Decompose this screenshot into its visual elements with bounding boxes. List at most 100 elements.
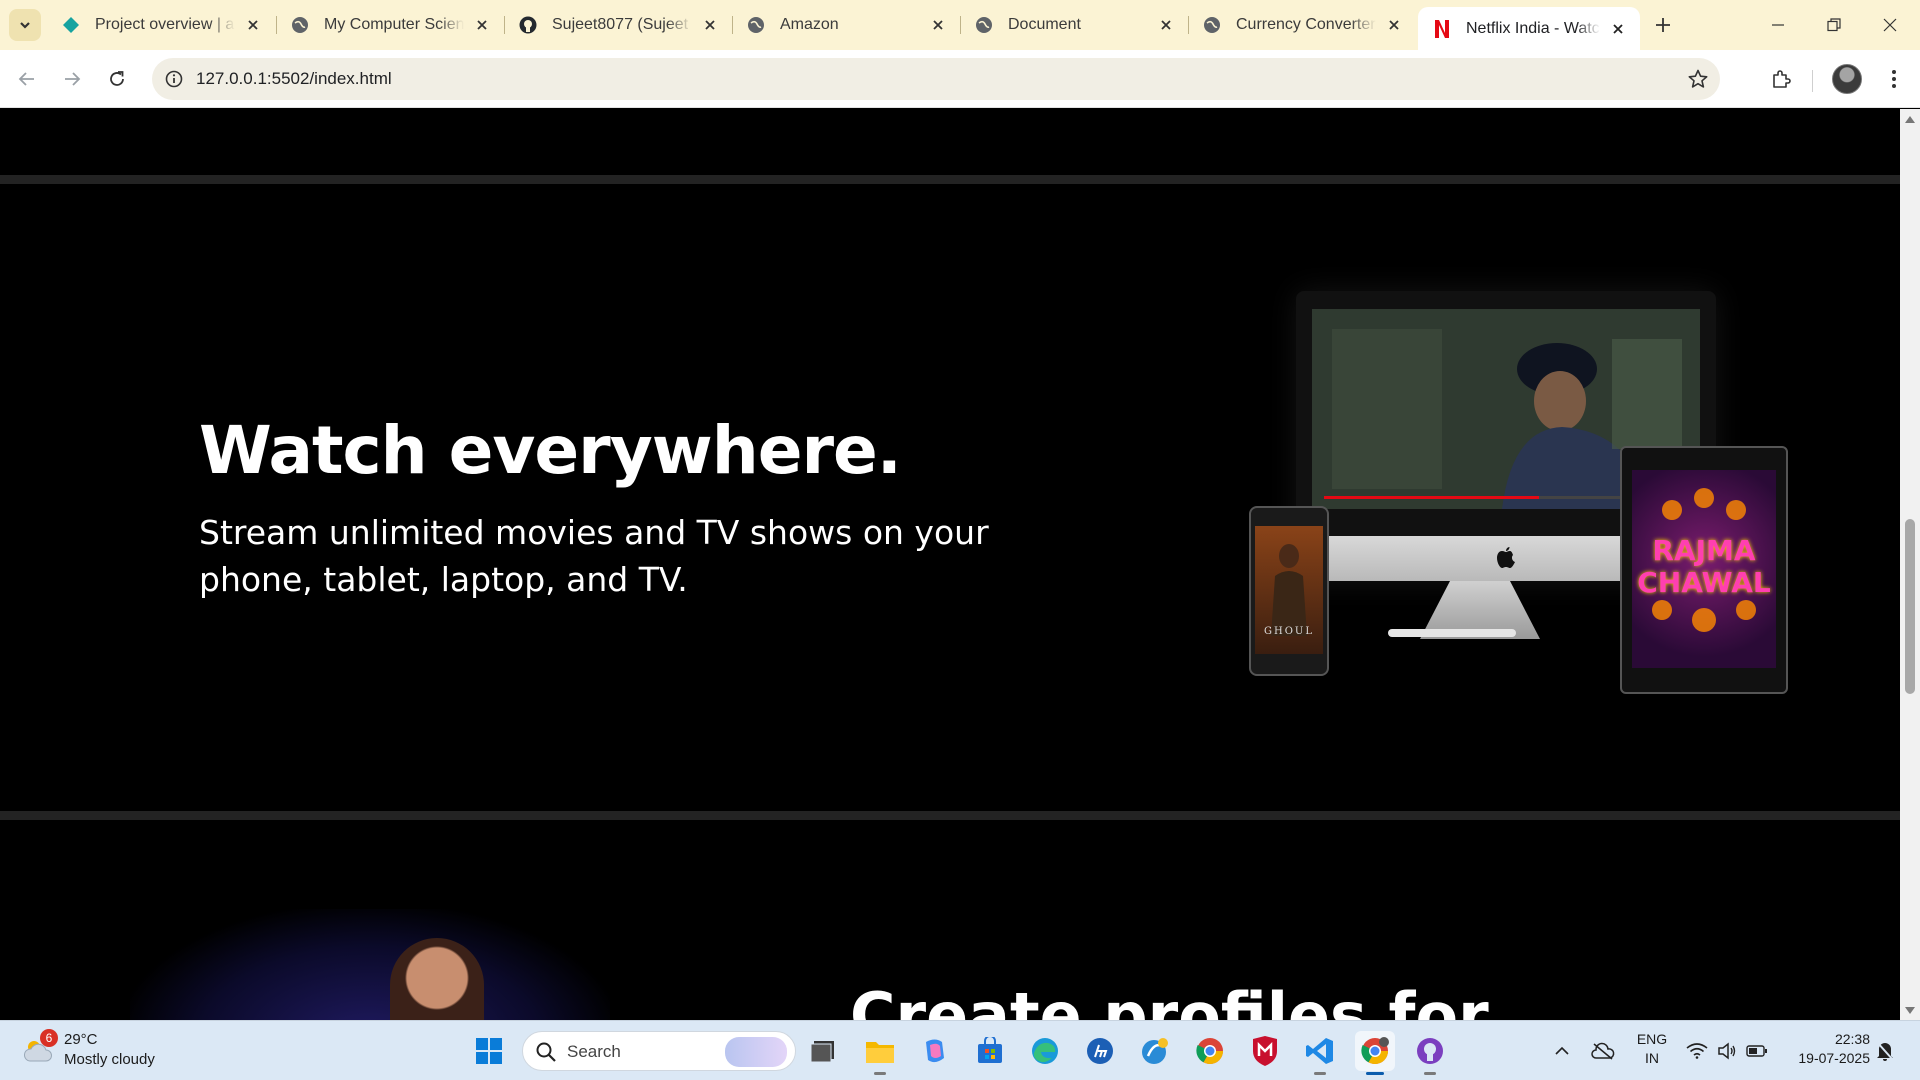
close-icon[interactable] (1608, 19, 1628, 39)
scroll-down-arrow-icon[interactable] (1904, 1005, 1916, 1017)
restore-button[interactable] (1806, 9, 1862, 41)
tablet-poster-title: RAJMA CHAWAL (1637, 534, 1771, 599)
section-divider (0, 175, 1900, 184)
close-icon[interactable] (1384, 15, 1404, 35)
running-indicator (1314, 1072, 1326, 1075)
avatar[interactable] (1832, 64, 1862, 94)
ms-store-button[interactable] (970, 1031, 1010, 1071)
support-assistant-button[interactable] (1135, 1031, 1175, 1071)
search-highlight-image (725, 1037, 787, 1067)
close-icon[interactable] (928, 15, 948, 35)
onedrive-button[interactable] (1588, 1035, 1618, 1067)
copilot-button[interactable] (915, 1031, 955, 1071)
speaker-icon (1718, 1042, 1736, 1060)
vscode-icon (1306, 1038, 1333, 1064)
battery-icon (1746, 1045, 1767, 1057)
url-text[interactable]: 127.0.0.1:5502/index.html (196, 69, 392, 89)
hp-icon (1087, 1038, 1113, 1064)
reload-icon (110, 71, 124, 86)
edge-button[interactable] (1025, 1031, 1065, 1071)
tab-document[interactable]: Document (960, 7, 1188, 43)
arrow-right-icon (65, 72, 81, 86)
extensions-button[interactable] (1765, 63, 1797, 95)
windows-taskbar: 6 29°C Mostly cloudy Search ENG IN 22:38… (0, 1020, 1920, 1080)
menu-button[interactable] (1878, 63, 1910, 95)
tab-github[interactable]: Sujeet8077 (Sujeet Si (504, 7, 732, 43)
apple-logo-icon (1497, 547, 1515, 568)
forward-button[interactable] (56, 63, 88, 95)
new-tab-button[interactable] (1650, 12, 1676, 38)
info-icon[interactable] (162, 67, 186, 91)
start-button[interactable] (469, 1031, 509, 1071)
volume-button[interactable] (1714, 1035, 1740, 1067)
phone-poster-title: GHOUL (1264, 626, 1314, 637)
chrome-active-button[interactable] (1355, 1031, 1395, 1075)
weather-desc: Mostly cloudy (64, 1051, 155, 1068)
reload-button[interactable] (101, 63, 133, 95)
github-desktop-button[interactable] (1410, 1031, 1450, 1075)
page-viewport: Watch everywhere. Stream unlimited movie… (0, 109, 1900, 1021)
bell-icon (1876, 1041, 1894, 1061)
back-button[interactable] (11, 63, 43, 95)
battery-button[interactable] (1744, 1035, 1770, 1067)
tab-my-computer-science[interactable]: My Computer Scienc (276, 7, 504, 43)
plus-icon (1656, 18, 1670, 32)
scroll-up-arrow-icon[interactable] (1904, 113, 1916, 125)
tab-netflix-active[interactable]: Netflix India - Watch (1418, 7, 1640, 50)
running-indicator (1424, 1072, 1436, 1075)
clock[interactable]: 22:38 19-07-2025 (1780, 1030, 1870, 1068)
tab-strip: Project overview | am My Computer Scienc… (0, 0, 1920, 50)
hero-title: Watch everywhere. (199, 412, 902, 489)
task-view-button[interactable] (803, 1031, 843, 1071)
close-window-button[interactable] (1862, 9, 1918, 41)
arrow-left-icon (18, 72, 34, 86)
browser-toolbar: 127.0.0.1:5502/index.html (0, 50, 1920, 108)
github-icon (518, 15, 538, 35)
scrollbar-thumb[interactable] (1905, 519, 1915, 694)
star-icon[interactable] (1686, 67, 1710, 91)
wifi-button[interactable] (1684, 1035, 1710, 1067)
running-indicator (874, 1072, 886, 1075)
tab-currency-converter[interactable]: Currency Converter (1188, 7, 1416, 43)
edge-icon (1032, 1038, 1058, 1064)
close-icon[interactable] (1156, 15, 1176, 35)
close-icon (1883, 18, 1897, 32)
close-icon[interactable] (700, 15, 720, 35)
mcafee-button[interactable] (1245, 1031, 1285, 1071)
chevron-down-icon (20, 22, 30, 29)
weather-badge: 6 (40, 1029, 58, 1047)
task-view-icon (810, 1041, 834, 1063)
vscode-button[interactable] (1300, 1031, 1340, 1075)
running-indicator (1366, 1072, 1384, 1075)
tray-overflow-button[interactable] (1550, 1035, 1574, 1067)
hp-button[interactable] (1080, 1031, 1120, 1071)
address-bar[interactable]: 127.0.0.1:5502/index.html (152, 58, 1720, 100)
close-icon[interactable] (243, 15, 263, 35)
close-icon[interactable] (472, 15, 492, 35)
weather-widget[interactable]: 6 29°C Mostly cloudy (18, 1029, 178, 1073)
tab-title: Currency Converter (1236, 16, 1376, 33)
folder-icon (866, 1042, 894, 1063)
language-region: IN (1645, 1050, 1659, 1066)
tab-search-button[interactable] (9, 9, 41, 41)
restore-icon (1827, 18, 1841, 32)
search-placeholder: Search (567, 1042, 621, 1061)
github-icon (1417, 1038, 1443, 1064)
language-indicator[interactable]: ENG IN (1630, 1030, 1674, 1068)
wifi-icon (1686, 1043, 1708, 1059)
profiles-section-title: Create profiles for (850, 979, 1489, 1021)
chrome-button[interactable] (1190, 1031, 1230, 1071)
tab-project-overview[interactable]: Project overview | am (47, 7, 275, 43)
shield-icon (1253, 1036, 1277, 1066)
page-scrollbar[interactable] (1900, 109, 1920, 1021)
file-explorer-button[interactable] (860, 1031, 900, 1075)
minimize-button[interactable] (1750, 9, 1806, 41)
chrome-icon (1361, 1037, 1389, 1065)
notifications-button[interactable] (1872, 1035, 1898, 1067)
taskbar-search[interactable]: Search (522, 1031, 796, 1071)
tab-title: Project overview | am (95, 16, 235, 33)
tab-amazon[interactable]: Amazon (732, 7, 960, 43)
globe-icon (290, 15, 310, 35)
copilot-icon (926, 1039, 944, 1063)
monitor-stand-base (1388, 629, 1516, 637)
